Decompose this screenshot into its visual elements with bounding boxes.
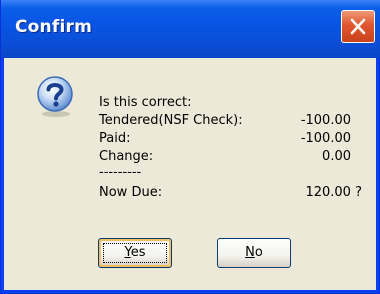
- change-label: Change:: [99, 149, 154, 164]
- paid-value: -100.00: [300, 131, 351, 146]
- yes-label-rest: es: [130, 245, 146, 260]
- title-bar[interactable]: Confirm: [1, 0, 380, 58]
- question-icon: [37, 76, 73, 117]
- close-icon: [350, 18, 366, 35]
- yes-button-label: Yes: [125, 245, 146, 260]
- no-mnemonic: N: [245, 245, 255, 260]
- dialog-body: Is this correct: Tendered(NSF Check): -1…: [4, 58, 376, 290]
- separator-line: ---------: [99, 165, 142, 180]
- no-button-label: No: [245, 245, 263, 260]
- window-title: Confirm: [15, 17, 92, 37]
- now-due-label: Now Due:: [99, 185, 163, 200]
- paid-label: Paid:: [99, 131, 131, 146]
- tendered-value: -100.00: [300, 113, 351, 128]
- close-button[interactable]: [341, 10, 375, 43]
- tendered-label: Tendered(NSF Check):: [99, 113, 243, 128]
- confirm-dialog: Confirm Is this correct: Tendered(NSF Ch…: [0, 0, 380, 294]
- no-label-rest: o: [254, 245, 263, 260]
- now-due-value: 120.00 ?: [305, 185, 362, 200]
- change-value: 0.00: [322, 149, 351, 164]
- yes-button[interactable]: Yes: [98, 238, 172, 268]
- question-text: Is this correct:: [99, 95, 192, 110]
- no-button[interactable]: No: [217, 238, 291, 268]
